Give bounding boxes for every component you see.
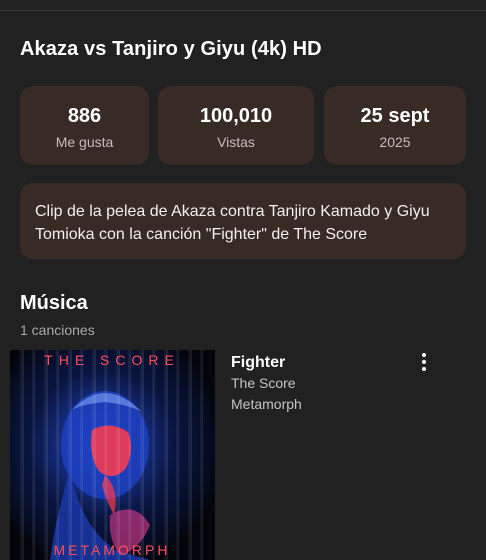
views-stat: 100,010 Vistas — [158, 86, 314, 165]
likes-stat: 886 Me gusta — [20, 86, 149, 165]
track-album[interactable]: Metamorph — [231, 394, 302, 415]
track-artist[interactable]: The Score — [231, 373, 302, 394]
track-title[interactable]: Fighter — [231, 353, 302, 373]
date-stat: 25 sept 2025 — [324, 86, 466, 165]
stats-row: 886 Me gusta 100,010 Vistas 25 sept 2025 — [20, 86, 466, 165]
music-section-title: Música — [20, 292, 88, 314]
music-track-item[interactable]: THE SCORE METAMORPH Fighter The Score Me… — [10, 350, 476, 560]
album-cover[interactable]: THE SCORE METAMORPH — [10, 350, 215, 560]
video-title: Akaza vs Tanjiro y Giyu (4k) HD — [20, 38, 322, 60]
views-count: 100,010 — [199, 105, 273, 127]
cover-text-top: THE SCORE — [44, 352, 180, 368]
album-cover-art: THE SCORE METAMORPH — [10, 350, 215, 560]
publish-date: 25 sept — [360, 105, 430, 127]
likes-label: Me gusta — [55, 134, 114, 150]
music-track-count: 1 canciones — [20, 322, 95, 338]
track-info[interactable]: Fighter The Score Metamorph — [231, 353, 302, 415]
cover-text-bottom: METAMORPH — [54, 542, 171, 558]
likes-count: 886 — [67, 105, 102, 127]
video-description[interactable]: Clip de la pelea de Akaza contra Tanjiro… — [20, 183, 466, 259]
publish-year: 2025 — [379, 134, 411, 150]
more-vert-icon[interactable] — [412, 350, 436, 374]
top-divider — [0, 10, 486, 11]
views-label: Vistas — [217, 134, 255, 150]
